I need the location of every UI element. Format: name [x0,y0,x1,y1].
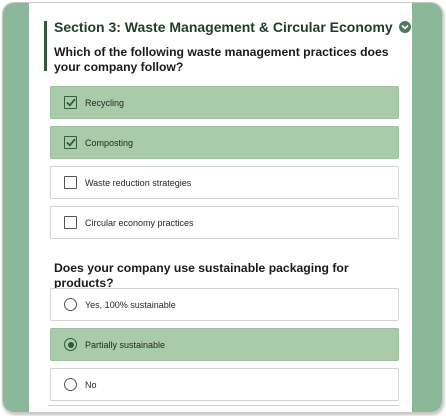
checkbox-unchecked[interactable] [64,176,77,189]
option-waste-reduction[interactable]: Waste reduction strategies [50,166,399,199]
checkmark-icon [65,98,76,107]
option-recycling[interactable]: Recycling [50,86,399,119]
radio-dot [67,341,74,348]
survey-card: Section 3: Waste Management & Circular E… [29,3,412,412]
section-header: Section 3: Waste Management & Circular E… [54,19,411,35]
option-label: Circular economy practices [85,217,194,228]
section-accent-bar [44,21,47,71]
checkmark-icon [65,138,76,147]
option-label: Waste reduction strategies [85,177,192,188]
option-composting[interactable]: Composting [50,126,399,159]
survey-frame: Section 3: Waste Management & Circular E… [2,2,443,413]
section-title: Section 3: Waste Management & Circular E… [54,19,393,35]
divider [48,405,399,406]
option-label: Yes, 100% sustainable [85,299,176,310]
checkbox-unchecked[interactable] [64,216,77,229]
left-rail [3,3,30,412]
option-yes-100[interactable]: Yes, 100% sustainable [50,288,399,321]
option-no[interactable]: No [50,368,399,401]
option-label: Composting [85,137,134,148]
radio-selected[interactable] [64,338,77,351]
radio-unselected[interactable] [64,378,77,391]
radio-unselected[interactable] [64,298,77,311]
chevron-down-icon[interactable] [398,21,411,33]
option-label: Partially sustainable [85,339,166,350]
option-partially[interactable]: Partially sustainable [50,328,399,361]
waste-question: Which of the following waste management … [54,45,389,74]
checkbox-checked[interactable] [64,96,77,109]
option-circular-economy[interactable]: Circular economy practices [50,206,399,239]
right-rail [411,3,442,412]
option-label: No [85,379,97,390]
option-label: Recycling [85,97,125,108]
checkbox-checked[interactable] [64,136,77,149]
packaging-question: Does your company use sustainable packag… [54,261,349,290]
